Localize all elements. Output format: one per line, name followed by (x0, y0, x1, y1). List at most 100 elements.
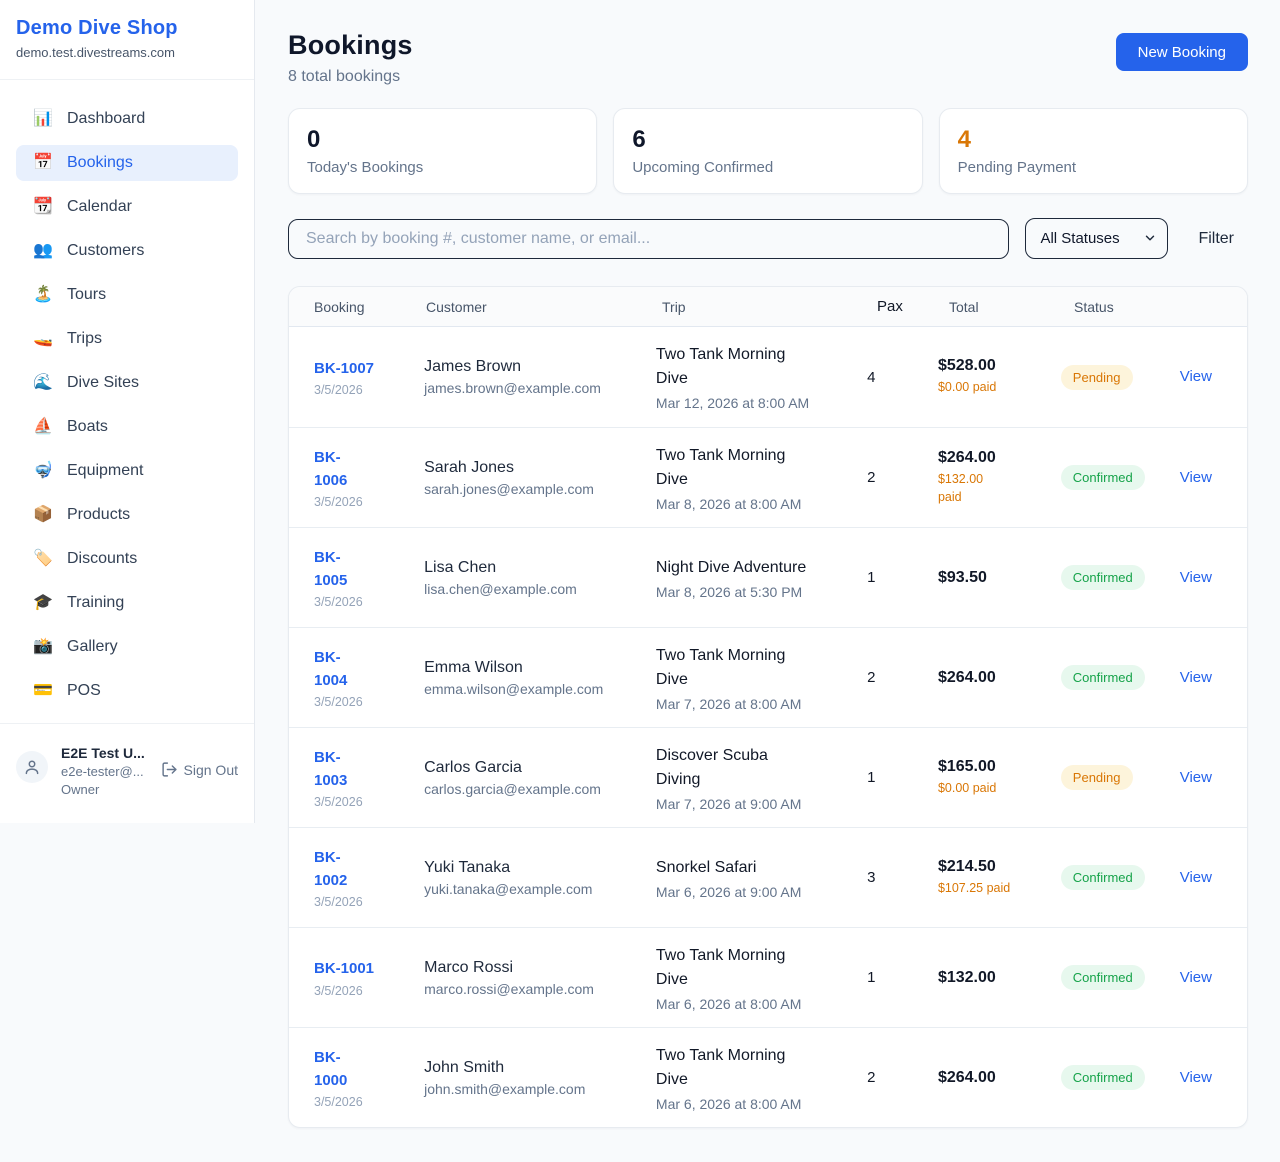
table-row: BK- 1003 3/5/2026 Carlos Garcia carlos.g… (289, 727, 1247, 827)
total-cell: $93.50 (938, 569, 1061, 587)
table-body: BK-1007 3/5/2026 James Brown james.brown… (289, 327, 1247, 1127)
sidebar-item-discounts[interactable]: 🏷️ Discounts (16, 541, 238, 577)
total-amount: $528.00 (938, 357, 1051, 375)
booking-date: 3/5/2026 (314, 895, 414, 909)
trip-datetime: Mar 8, 2026 at 5:30 PM (656, 584, 857, 600)
trip-cell: Snorkel Safari Mar 6, 2026 at 9:00 AM (656, 856, 867, 900)
sidebar-user-section: E2E Test U... e2e-tester@... Owner Sign … (0, 723, 254, 823)
sidebar-item-label: Discounts (67, 550, 137, 568)
trip-datetime: Mar 7, 2026 at 9:00 AM (656, 796, 857, 812)
status-cell: Confirmed (1061, 865, 1180, 890)
sign-out-label: Sign Out (184, 762, 238, 778)
booking-cell: BK-1001 3/5/2026 (314, 957, 424, 997)
view-link[interactable]: View (1180, 669, 1212, 686)
page-subtitle: 8 total bookings (288, 68, 413, 86)
sidebar-item-equipment[interactable]: 🤿 Equipment (16, 453, 238, 489)
stat-card: 4 Pending Payment (939, 108, 1248, 194)
total-amount: $214.50 (938, 858, 1051, 876)
trip-datetime: Mar 6, 2026 at 8:00 AM (656, 1096, 857, 1112)
user-role: Owner (61, 782, 145, 797)
view-link[interactable]: View (1180, 569, 1212, 586)
new-booking-button[interactable]: New Booking (1116, 33, 1248, 71)
sidebar-header: Demo Dive Shop demo.test.divestreams.com (0, 0, 254, 80)
column-header-customer: Customer (426, 299, 662, 315)
trip-datetime: Mar 7, 2026 at 8:00 AM (656, 696, 857, 712)
tours-icon: 🏝️ (32, 287, 54, 303)
customer-name: John Smith (424, 1059, 646, 1077)
stat-label: Today's Bookings (307, 159, 578, 176)
booking-cell: BK- 1004 3/5/2026 (314, 646, 424, 710)
dashboard-icon: 📊 (32, 111, 54, 127)
stat-label: Upcoming Confirmed (632, 159, 903, 176)
search-input[interactable] (288, 219, 1009, 259)
training-icon: 🎓 (32, 595, 54, 611)
view-link[interactable]: View (1180, 969, 1212, 986)
pax-cell: 1 (867, 969, 938, 986)
sidebar-item-calendar[interactable]: 📆 Calendar (16, 189, 238, 225)
customer-email: yuki.tanaka@example.com (424, 881, 646, 897)
column-header-status: Status (1074, 299, 1195, 315)
status-badge: Confirmed (1061, 865, 1145, 890)
products-icon: 📦 (32, 507, 54, 523)
booking-id-link[interactable]: BK- 1003 (314, 746, 347, 793)
booking-date: 3/5/2026 (314, 795, 414, 809)
sidebar-item-label: Products (67, 506, 130, 524)
booking-id-link[interactable]: BK- 1005 (314, 546, 347, 593)
total-amount: $132.00 (938, 969, 1051, 987)
status-select-wrap: All Statuses (1025, 218, 1168, 259)
sidebar-item-label: Calendar (67, 198, 132, 216)
sidebar-item-trips[interactable]: 🚤 Trips (16, 321, 238, 357)
sidebar-item-dashboard[interactable]: 📊 Dashboard (16, 101, 238, 137)
sidebar-item-tours[interactable]: 🏝️ Tours (16, 277, 238, 313)
sidebar-item-label: POS (67, 682, 101, 700)
page-title-block: Bookings 8 total bookings (288, 30, 413, 86)
total-amount: $264.00 (938, 449, 1051, 467)
pax-cell: 2 (867, 469, 938, 486)
status-select[interactable]: All Statuses (1025, 218, 1168, 259)
sidebar-item-bookings[interactable]: 📅 Bookings (16, 145, 238, 181)
view-link[interactable]: View (1180, 368, 1212, 385)
booking-id-link[interactable]: BK- 1006 (314, 446, 347, 493)
sidebar-item-label: Dive Sites (67, 374, 139, 392)
trip-name: Two Tank Morning Dive (656, 444, 857, 492)
view-link[interactable]: View (1180, 769, 1212, 786)
trip-cell: Night Dive Adventure Mar 8, 2026 at 5:30… (656, 556, 867, 600)
status-cell: Confirmed (1061, 965, 1180, 990)
trips-icon: 🚤 (32, 331, 54, 347)
filter-button[interactable]: Filter (1184, 230, 1248, 248)
trip-name: Night Dive Adventure (656, 556, 857, 580)
customer-cell: Lisa Chen lisa.chen@example.com (424, 559, 656, 597)
view-cell: View (1180, 869, 1222, 887)
booking-id-link[interactable]: BK- 1002 (314, 846, 347, 893)
trip-name: Two Tank Morning Dive (656, 944, 857, 992)
sidebar-item-products[interactable]: 📦 Products (16, 497, 238, 533)
stat-value: 4 (958, 126, 1229, 154)
status-badge: Pending (1061, 365, 1133, 390)
paid-amount: $0.00 paid (938, 780, 1051, 798)
sidebar-item-boats[interactable]: ⛵ Boats (16, 409, 238, 445)
sidebar-item-gallery[interactable]: 📸 Gallery (16, 629, 238, 665)
customer-cell: Yuki Tanaka yuki.tanaka@example.com (424, 859, 656, 897)
sidebar-item-training[interactable]: 🎓 Training (16, 585, 238, 621)
calendar-icon: 📆 (32, 199, 54, 215)
booking-id-link[interactable]: BK- 1000 (314, 1046, 347, 1093)
customer-email: john.smith@example.com (424, 1081, 646, 1097)
sidebar-item-label: Trips (67, 330, 102, 348)
booking-id-link[interactable]: BK- 1004 (314, 646, 347, 693)
status-badge: Confirmed (1061, 465, 1145, 490)
sidebar-item-pos[interactable]: 💳 POS (16, 673, 238, 709)
column-header-trip: Trip (662, 299, 877, 315)
pos-icon: 💳 (32, 683, 54, 699)
booking-id-link[interactable]: BK-1001 (314, 957, 374, 980)
view-link[interactable]: View (1180, 1069, 1212, 1086)
table-row: BK- 1005 3/5/2026 Lisa Chen lisa.chen@ex… (289, 527, 1247, 627)
customer-cell: Marco Rossi marco.rossi@example.com (424, 959, 656, 997)
view-link[interactable]: View (1180, 869, 1212, 886)
view-link[interactable]: View (1180, 469, 1212, 486)
sign-out-button[interactable]: Sign Out (161, 761, 238, 778)
sidebar-item-dive-sites[interactable]: 🌊 Dive Sites (16, 365, 238, 401)
booking-id-link[interactable]: BK-1007 (314, 357, 374, 380)
table-row: BK-1007 3/5/2026 James Brown james.brown… (289, 327, 1247, 427)
sidebar-item-customers[interactable]: 👥 Customers (16, 233, 238, 269)
total-amount: $264.00 (938, 669, 1051, 687)
